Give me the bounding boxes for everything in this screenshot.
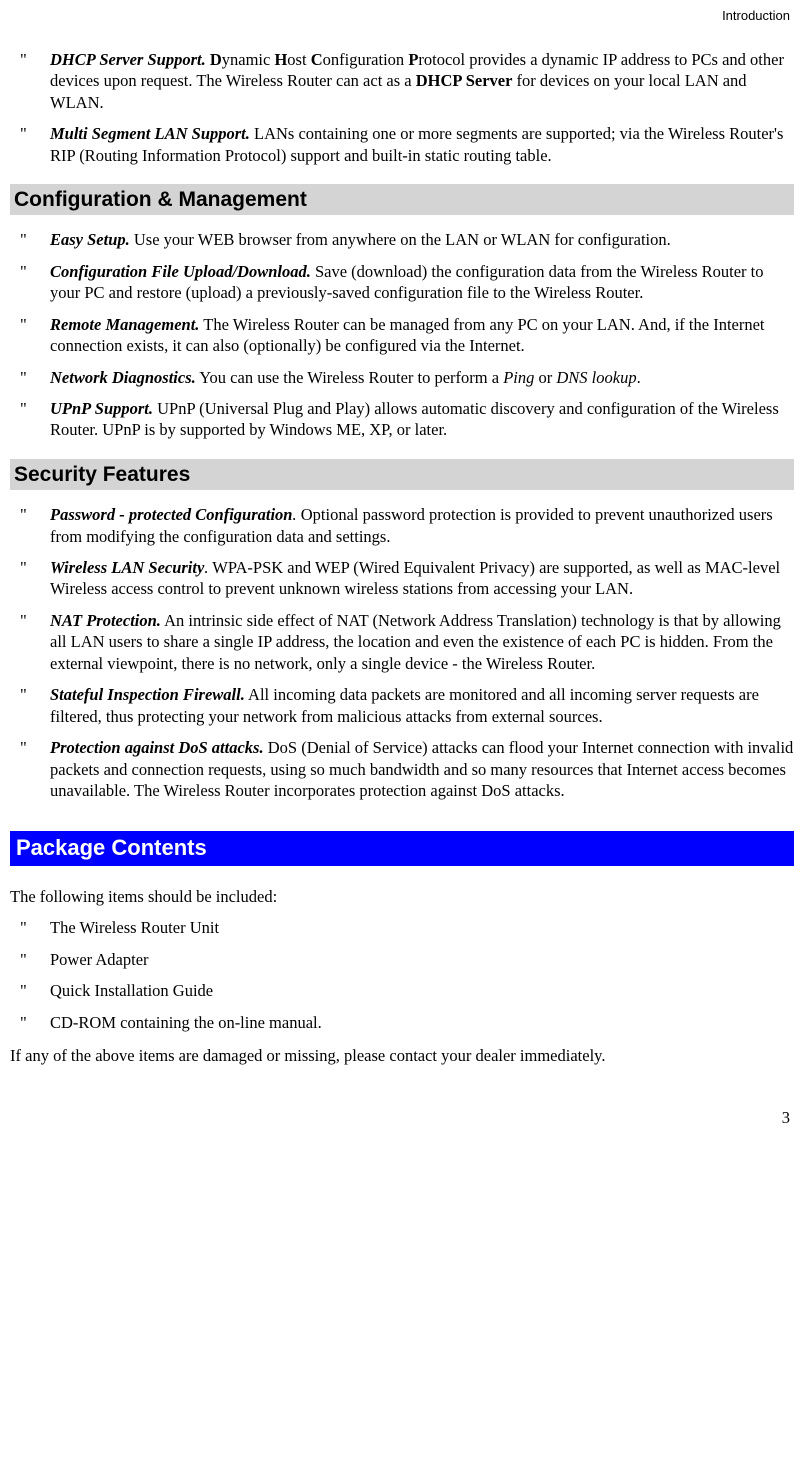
feature-term: Wireless LAN Security — [50, 558, 204, 577]
section-heading-config: Configuration & Management — [10, 184, 794, 215]
feature-body: UPnP (Universal Plug and Play) allows au… — [50, 399, 779, 439]
feature-term: Password - protected Configuration — [50, 505, 292, 524]
list-item: Multi Segment LAN Support. LANs containi… — [20, 123, 794, 166]
list-item: NAT Protection. An intrinsic side effect… — [20, 610, 794, 674]
list-item: Stateful Inspection Firewall. All incomi… — [20, 684, 794, 727]
list-item: CD-ROM containing the on-line manual. — [20, 1012, 794, 1033]
package-list: The Wireless Router Unit Power Adapter Q… — [10, 917, 794, 1033]
feature-body: You can use the Wireless Router to perfo… — [196, 368, 641, 387]
list-item: The Wireless Router Unit — [20, 917, 794, 938]
list-item: Quick Installation Guide — [20, 980, 794, 1001]
list-item: Network Diagnostics. You can use the Wir… — [20, 367, 794, 388]
feature-term: Stateful Inspection Firewall. — [50, 685, 245, 704]
list-item: Remote Management. The Wireless Router c… — [20, 314, 794, 357]
package-intro: The following items should be included: — [10, 886, 794, 907]
list-item: Configuration File Upload/Download. Save… — [20, 261, 794, 304]
package-outro: If any of the above items are damaged or… — [10, 1045, 794, 1066]
list-item: DHCP Server Support. Dynamic Host Config… — [20, 49, 794, 113]
feature-term: Network Diagnostics. — [50, 368, 196, 387]
list-item: Protection against DoS attacks. DoS (Den… — [20, 737, 794, 801]
package-heading: Package Contents — [10, 831, 794, 866]
list-item: Easy Setup. Use your WEB browser from an… — [20, 229, 794, 250]
feature-term: Protection against DoS attacks. — [50, 738, 264, 757]
page-number: 3 — [10, 1107, 794, 1128]
intro-feature-list: DHCP Server Support. Dynamic Host Config… — [10, 49, 794, 166]
feature-term: Configuration File Upload/Download. — [50, 262, 311, 281]
list-item: Power Adapter — [20, 949, 794, 970]
section-heading-security: Security Features — [10, 459, 794, 490]
feature-body: Use your WEB browser from anywhere on th… — [130, 230, 671, 249]
feature-term: Remote Management. — [50, 315, 199, 334]
list-item: Wireless LAN Security. WPA-PSK and WEP (… — [20, 557, 794, 600]
config-feature-list: Easy Setup. Use your WEB browser from an… — [10, 229, 794, 441]
feature-term: Multi Segment LAN Support. — [50, 124, 250, 143]
list-item: UPnP Support. UPnP (Universal Plug and P… — [20, 398, 794, 441]
feature-term: UPnP Support. — [50, 399, 153, 418]
running-header: Introduction — [10, 8, 794, 25]
security-feature-list: Password - protected Configuration. Opti… — [10, 504, 794, 801]
feature-term: Easy Setup. — [50, 230, 130, 249]
feature-term: DHCP Server Support. — [50, 50, 206, 69]
feature-term: NAT Protection. — [50, 611, 161, 630]
list-item: Password - protected Configuration. Opti… — [20, 504, 794, 547]
